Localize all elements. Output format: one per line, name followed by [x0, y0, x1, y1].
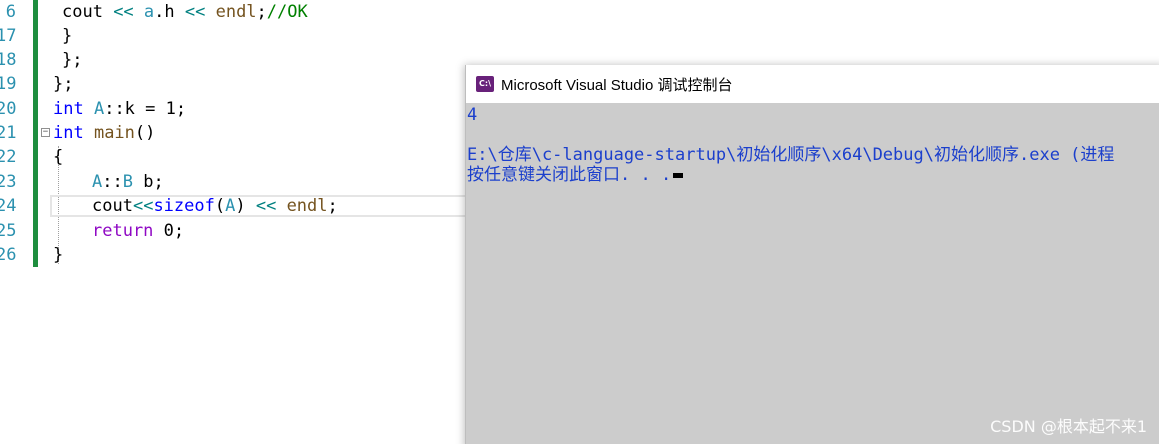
code-token: int [53, 99, 94, 119]
code-token: endl [215, 2, 257, 22]
code-token: cout [92, 196, 133, 216]
code-token: } [62, 26, 73, 46]
code-text: cout<<sizeof(A) << endl; [92, 194, 338, 218]
code-text: { [53, 145, 63, 169]
code-token: ( [214, 196, 226, 216]
code-token: { [53, 147, 64, 167]
line-number: 26 [0, 245, 17, 265]
code-text: }; [53, 72, 73, 96]
code-text: } [62, 24, 72, 48]
code-token: cout [62, 2, 114, 22]
code-token: A [92, 172, 103, 192]
code-token: A [93, 99, 105, 119]
code-token: //OK [266, 2, 308, 22]
code-line[interactable]: 6 cout << a.h << endl;//OK [0, 0, 470, 24]
code-text: int A::k = 1; [53, 97, 186, 121]
code-line[interactable]: 17} [0, 24, 470, 48]
console-output-line: 4 [467, 105, 478, 125]
code-text: cout << a.h << endl;//OK [62, 0, 308, 24]
code-token: ) [235, 196, 256, 216]
csdn-watermark: CSDN @根本起不来1 [990, 417, 1147, 436]
console-output-prompt: 按任意键关闭此窗口. . . [467, 165, 684, 185]
code-token: sizeof [153, 196, 215, 216]
code-token: }; [62, 50, 83, 70]
code-text: A::B b; [92, 170, 164, 194]
code-text: return 0; [92, 219, 184, 243]
console-titlebar[interactable]: C:\ Microsoft Visual Studio 调试控制台 [466, 65, 1159, 103]
code-token: B [122, 172, 133, 192]
console-title: Microsoft Visual Studio 调试控制台 [501, 77, 733, 94]
code-token: int [53, 123, 94, 143]
code-token: ; [327, 196, 338, 216]
code-line[interactable]: 20 int A::k = 1; [0, 97, 470, 121]
line-number: 25 [0, 221, 17, 241]
code-line[interactable]: 21 int main() [0, 121, 470, 145]
code-line[interactable]: 26} [0, 243, 470, 267]
code-text: }; [62, 48, 82, 72]
code-token: 0; [163, 221, 185, 241]
code-token: a [143, 2, 155, 22]
code-token: }; [53, 74, 74, 94]
line-number: 18 [0, 50, 17, 70]
code-text: int main() [53, 121, 155, 145]
code-line[interactable]: 25 return 0; [0, 219, 470, 243]
code-line[interactable]: 24 cout<<sizeof(A) << endl; [0, 194, 470, 218]
line-number: 23 [0, 172, 17, 192]
code-token: () [134, 123, 156, 143]
code-line[interactable]: 23 A::B b; [0, 170, 470, 194]
line-number: 6 [5, 2, 16, 22]
line-number: 24 [0, 196, 17, 216]
console-app-icon: C:\ [476, 76, 494, 92]
console-prompt-text: 按任意键关闭此窗口. . . [467, 165, 672, 185]
code-token: << [113, 2, 144, 22]
code-token: << [132, 196, 154, 216]
code-token: A [225, 196, 236, 216]
line-number: 19 [0, 74, 17, 94]
code-token: main [93, 123, 135, 143]
code-token: ::k = 1; [104, 99, 187, 119]
code-token: :: [102, 172, 123, 192]
code-token: return [92, 221, 164, 241]
code-token: } [53, 245, 64, 265]
debug-console-window[interactable]: C:\ Microsoft Visual Studio 调试控制台 4 E:\仓… [465, 65, 1159, 444]
code-line[interactable]: 19}; [0, 72, 470, 96]
console-cursor [673, 172, 684, 178]
line-number: 21 [0, 123, 17, 143]
code-line[interactable]: 18}; [0, 48, 470, 72]
code-token: .h [154, 2, 185, 22]
code-token: b; [132, 172, 164, 192]
line-number: 20 [0, 99, 17, 119]
line-number: 22 [0, 147, 17, 167]
code-token: endl [286, 196, 328, 216]
code-token: << [255, 196, 287, 216]
code-token: ; [256, 2, 267, 22]
line-number: 17 [0, 26, 17, 46]
console-output-path: E:\仓库\c-language-startup\初始化顺序\x64\Debug… [467, 145, 1125, 165]
code-line[interactable]: 22 { [0, 145, 470, 169]
code-text: } [53, 243, 63, 267]
code-token: << [184, 2, 216, 22]
